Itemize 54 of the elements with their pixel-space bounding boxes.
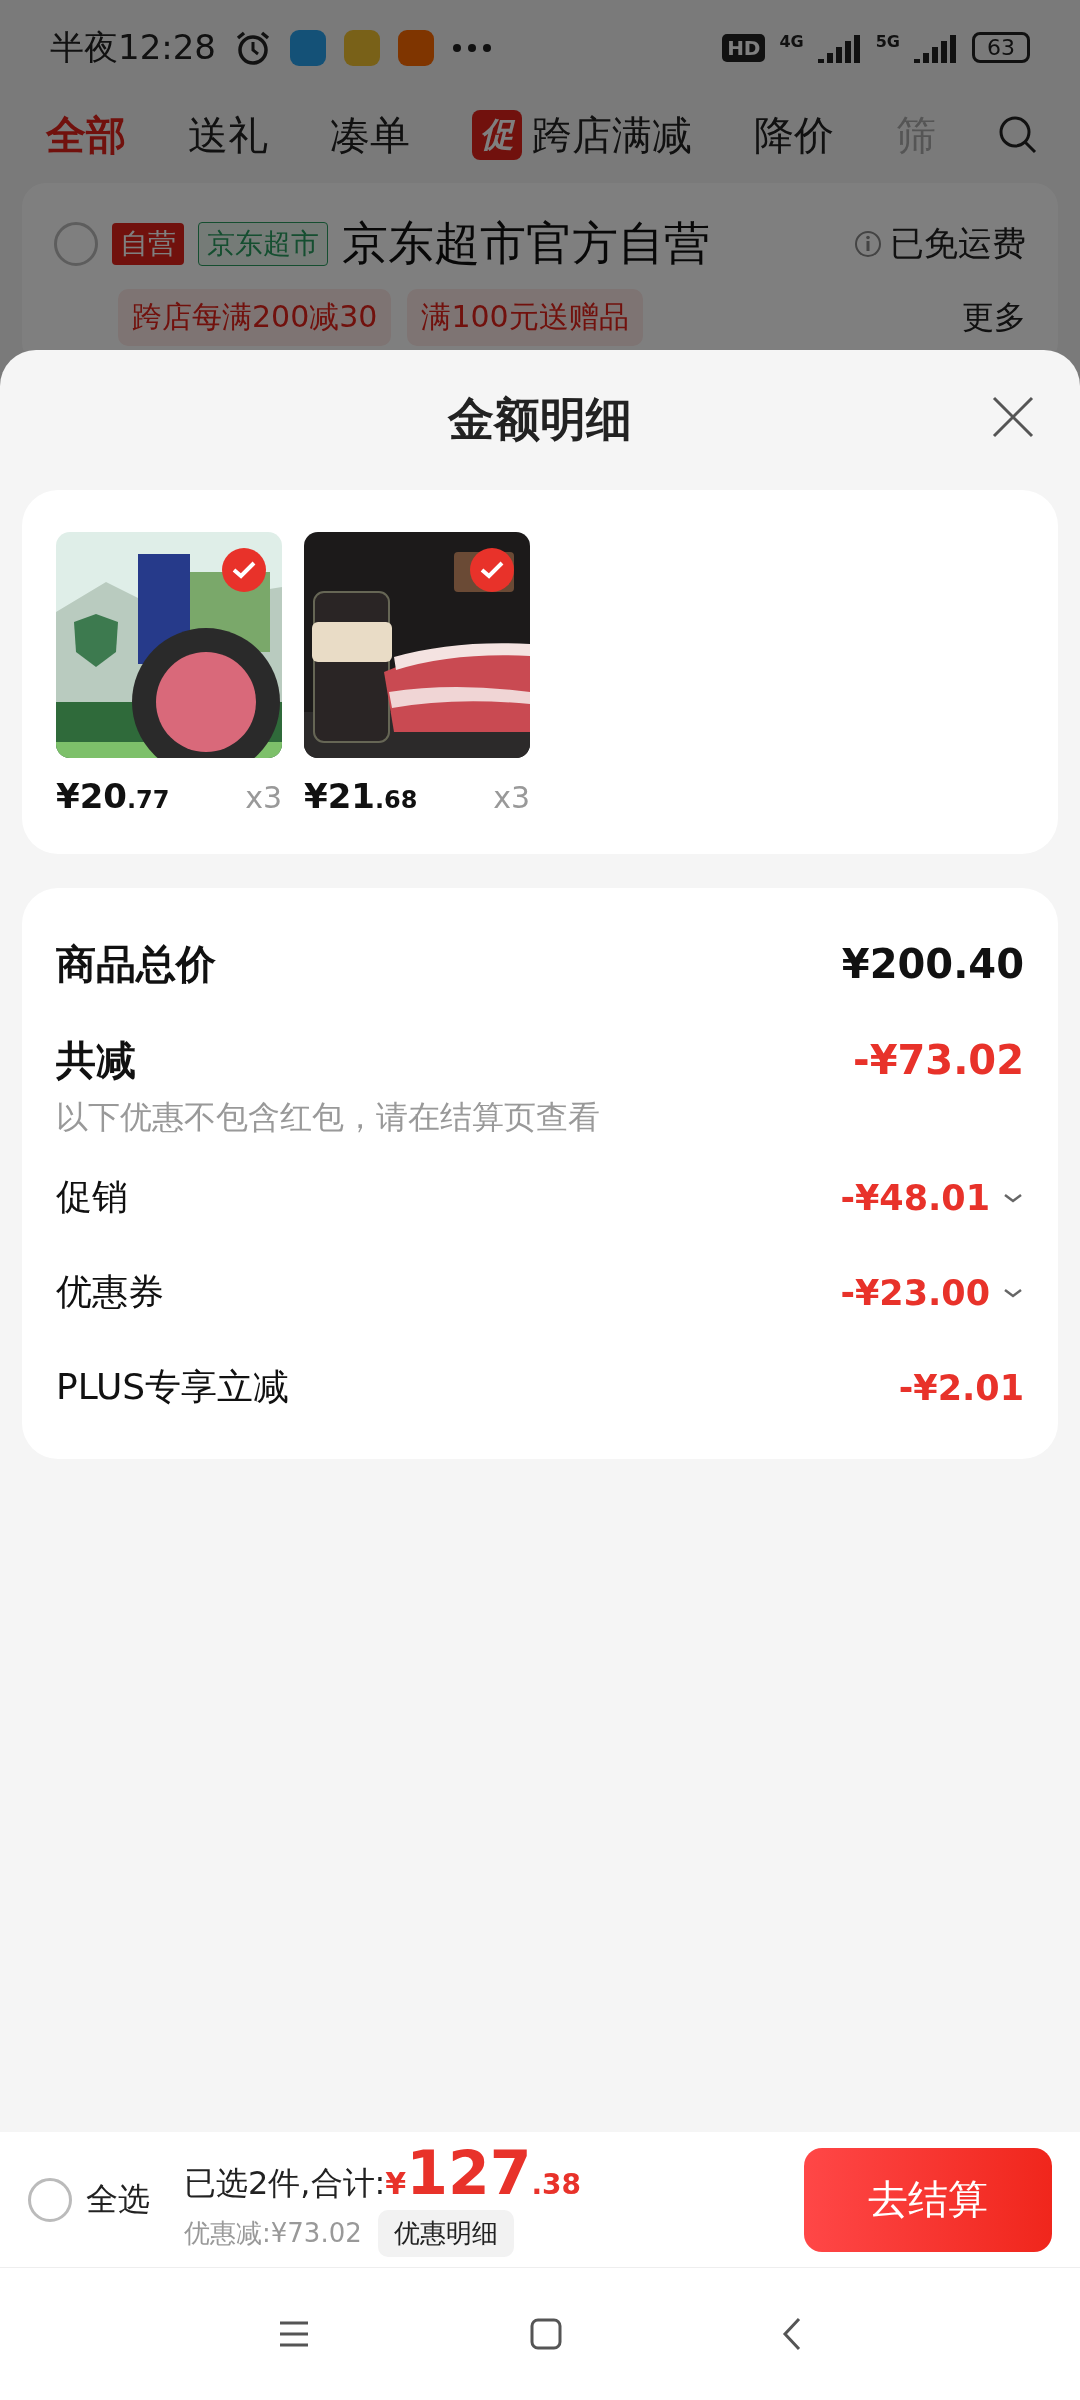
summary-label: PLUS专享立减 [56, 1365, 290, 1409]
network-label: HD [722, 33, 766, 62]
summary-value: -¥73.02 [853, 1037, 1024, 1083]
filter-tab[interactable]: 凑单 [330, 107, 410, 163]
filter-tab[interactable]: 促 跨店满减 [472, 107, 692, 163]
home-button[interactable] [530, 2318, 562, 2350]
network-label: 5G [875, 32, 900, 51]
checkout-button[interactable]: 去结算 [804, 2147, 1052, 2252]
store-tag: 京东超市 [198, 222, 328, 266]
promo-badge: 促 [472, 110, 522, 160]
product-quantity: x3 [245, 780, 282, 815]
summary-value: -¥48.01 [840, 1177, 990, 1218]
product-price: ¥20.77 [56, 776, 170, 816]
selected-summary: 已选2件,合计: [184, 2162, 386, 2204]
summary-value: -¥2.01 [898, 1367, 1024, 1408]
sheet-title: 金额明细 [448, 391, 632, 448]
summary-label: 商品总价 [56, 939, 216, 989]
filter-tab[interactable]: 送礼 [188, 107, 268, 163]
close-button[interactable] [990, 394, 1036, 440]
search-button[interactable] [998, 115, 1038, 155]
network-label: 4G [779, 32, 804, 51]
more-link[interactable]: 更多 [962, 295, 1026, 340]
product-quantity: x3 [493, 780, 530, 815]
summary-label: 促销 [56, 1175, 128, 1219]
total-price: ¥127.38 [385, 2142, 582, 2203]
select-all-label: 全选 [86, 2178, 150, 2220]
store-name[interactable]: 京东超市官方自营 [342, 213, 710, 275]
summary-label: 共减 [56, 1035, 136, 1085]
promo-tag[interactable]: 满100元送赠品 [407, 289, 643, 346]
select-all-checkbox[interactable] [28, 2177, 72, 2222]
summary-value: -¥23.00 [840, 1272, 990, 1313]
app-notification-icon [290, 29, 326, 66]
summary-label: 优惠券 [56, 1270, 164, 1314]
app-notification-icon [398, 29, 434, 66]
shipping-text: 已免运费 [890, 222, 1026, 265]
app-notification-icon [344, 29, 380, 66]
store-checkbox[interactable] [54, 222, 98, 266]
summary-value: ¥200.40 [841, 941, 1024, 987]
signal-icon [817, 32, 862, 63]
battery-level: 63 [972, 32, 1030, 63]
filter-tab[interactable]: 全部 [46, 107, 126, 163]
store-tag: 自营 [112, 223, 184, 265]
back-button[interactable] [782, 2317, 802, 2351]
promo-tag[interactable]: 跨店每满200减30 [118, 289, 392, 346]
more-icon [452, 42, 492, 53]
menu-button[interactable] [278, 2320, 310, 2348]
discount-text: 优惠减:¥73.02 [184, 2216, 362, 2250]
summary-note: 以下优惠不包含红包，请在结算页查看 [56, 1097, 601, 1138]
signal-icon [914, 32, 958, 63]
product-price: ¥21.68 [304, 776, 418, 816]
status-time: 半夜12:28 [50, 25, 216, 69]
filter-tab[interactable]: 降价 [754, 107, 834, 163]
discount-detail-button[interactable]: 优惠明细 [377, 2209, 514, 2257]
info-icon [854, 230, 882, 258]
